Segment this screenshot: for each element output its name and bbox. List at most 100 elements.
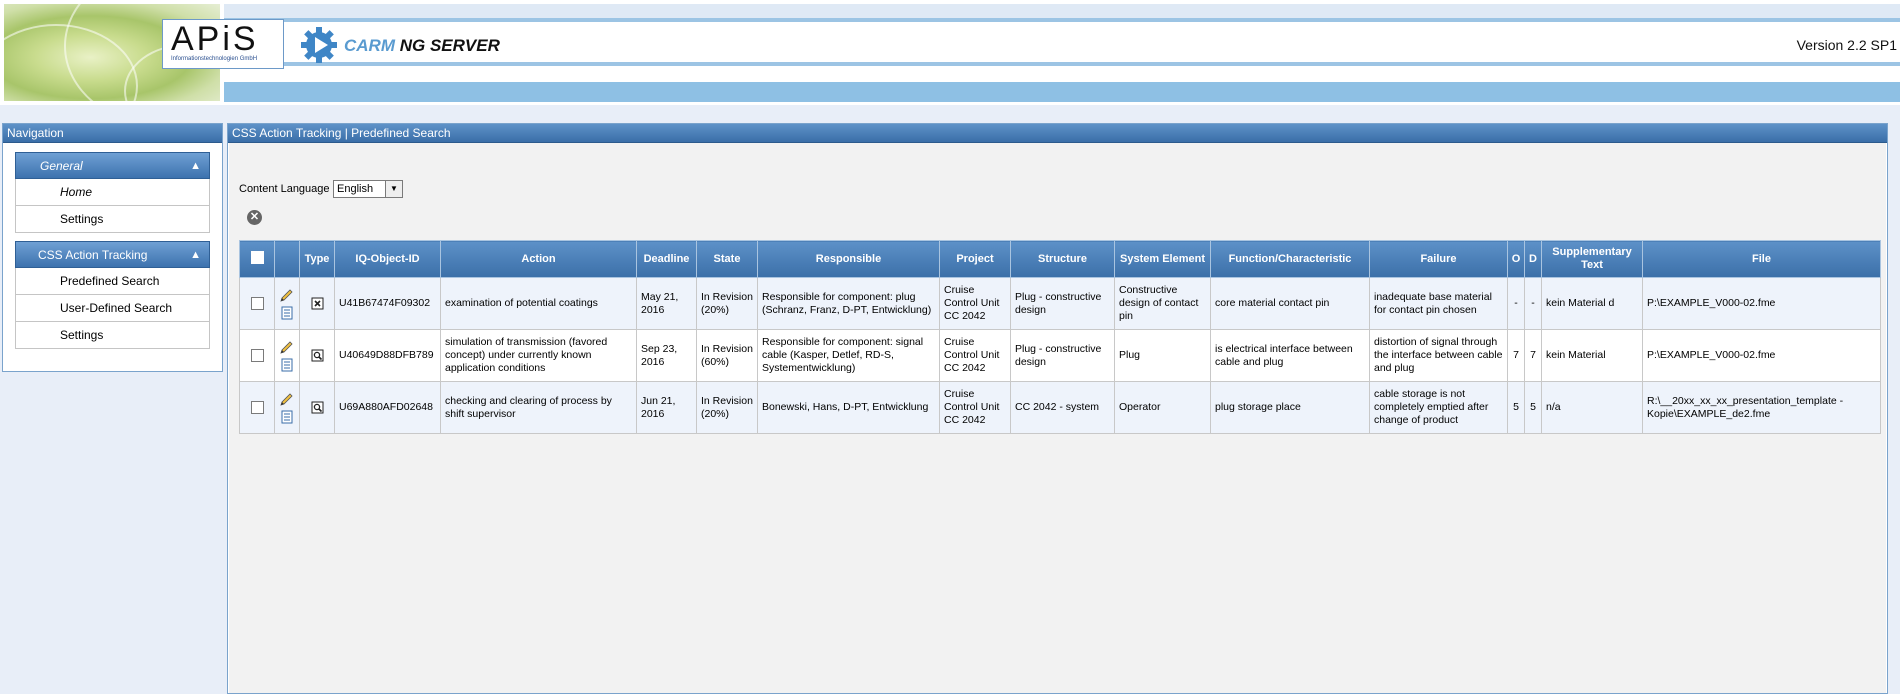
col-header-responsible[interactable]: Responsible bbox=[757, 240, 940, 278]
collapse-chevron-icon[interactable]: ▲ bbox=[190, 153, 201, 180]
cell-d: 7 bbox=[1524, 329, 1542, 382]
nav-group-general-header[interactable]: General ▲ bbox=[15, 152, 210, 179]
nav-item-predefined-search[interactable]: Predefined Search bbox=[15, 268, 210, 295]
cell-project: Cruise Control Unit CC 2042 bbox=[939, 381, 1011, 434]
col-header-deadline[interactable]: Deadline bbox=[636, 240, 697, 278]
cell-action: simulation of transmission (favored conc… bbox=[440, 329, 637, 382]
nav-item-general-settings[interactable]: Settings bbox=[15, 206, 210, 233]
cell-function: core material contact pin bbox=[1210, 277, 1370, 330]
col-header-o[interactable]: O bbox=[1507, 240, 1525, 278]
cell-supplementary: n/a bbox=[1541, 381, 1643, 434]
cell-d: 5 bbox=[1524, 381, 1542, 434]
product-title: CARM NG SERVER bbox=[344, 36, 500, 56]
row-checkbox[interactable] bbox=[250, 296, 264, 310]
product-title-carm: CARM bbox=[344, 36, 395, 55]
main-panel-title: CSS Action Tracking | Predefined Search bbox=[228, 124, 1887, 143]
nav-group-css-action-tracking: CSS Action Tracking ▲ Predefined Search … bbox=[15, 241, 210, 349]
col-header-function[interactable]: Function/Characteristic bbox=[1210, 240, 1370, 278]
product-title-server: NG SERVER bbox=[399, 36, 500, 55]
nav-group-css-label: CSS Action Tracking bbox=[38, 248, 148, 262]
nav-item-user-defined-search[interactable]: User-Defined Search bbox=[15, 295, 210, 322]
apis-logo: APiS Informationstechnologien GmbH bbox=[162, 19, 284, 69]
clear-filter-button[interactable]: ✕ bbox=[247, 210, 262, 225]
table-row[interactable]: U40649D88DFB789 simulation of transmissi… bbox=[239, 329, 1881, 382]
nav-item-css-settings[interactable]: Settings bbox=[15, 322, 210, 349]
collapse-chevron-icon[interactable]: ▲ bbox=[190, 242, 201, 269]
dropdown-arrow-icon[interactable]: ▼ bbox=[385, 181, 402, 197]
content-language-label: Content Language bbox=[239, 183, 330, 195]
cell-structure: Plug - constructive design bbox=[1010, 277, 1115, 330]
app-header: APiS Informationstechnologien GmbH CARM … bbox=[0, 0, 1900, 105]
table-row[interactable]: U69A880AFD02648 checking and clearing of… bbox=[239, 381, 1881, 434]
col-header-d[interactable]: D bbox=[1524, 240, 1542, 278]
cell-function: is electrical interface between cable an… bbox=[1210, 329, 1370, 382]
col-header-file[interactable]: File bbox=[1642, 240, 1881, 278]
cell-file: P:\EXAMPLE_V000-02.fme bbox=[1642, 329, 1881, 382]
main-panel: CSS Action Tracking | Predefined Search … bbox=[227, 123, 1888, 694]
detection-action-icon bbox=[311, 349, 323, 362]
cell-action: checking and clearing of process by shif… bbox=[440, 381, 637, 434]
carm-gear-icon bbox=[301, 27, 337, 63]
cell-responsible: Bonewski, Hans, D-PT, Entwicklung bbox=[757, 381, 940, 434]
document-icon[interactable] bbox=[281, 410, 293, 424]
col-header-supplementary[interactable]: Supplementary Text bbox=[1541, 240, 1643, 278]
nav-group-general-label: General bbox=[40, 159, 83, 173]
nav-group-css-header[interactable]: CSS Action Tracking ▲ bbox=[15, 241, 210, 268]
cell-object-id: U69A880AFD02648 bbox=[334, 381, 441, 434]
document-icon[interactable] bbox=[281, 358, 293, 372]
cell-state: In Revision (60%) bbox=[696, 329, 758, 382]
col-header-object-id[interactable]: IQ-Object-ID bbox=[334, 240, 441, 278]
cell-o: 5 bbox=[1507, 381, 1525, 434]
col-header-actions bbox=[274, 240, 300, 278]
cell-file: P:\EXAMPLE_V000-02.fme bbox=[1642, 277, 1881, 330]
col-header-action[interactable]: Action bbox=[440, 240, 637, 278]
nav-group-general: General ▲ Home Settings bbox=[15, 152, 210, 233]
content-language-value: English bbox=[337, 183, 374, 195]
cell-object-id: U40649D88DFB789 bbox=[334, 329, 441, 382]
cell-failure: distortion of signal through the interfa… bbox=[1369, 329, 1508, 382]
cell-responsible: Responsible for component: signal cable … bbox=[757, 329, 940, 382]
pencil-icon[interactable] bbox=[279, 340, 295, 355]
version-label: Version 2.2 SP1 bbox=[1796, 37, 1897, 53]
results-table: Type IQ-Object-ID Action Deadline State … bbox=[239, 240, 1881, 434]
select-all-header[interactable] bbox=[239, 240, 275, 278]
col-header-type[interactable]: Type bbox=[299, 240, 335, 278]
cell-deadline: May 21, 2016 bbox=[636, 277, 697, 330]
cell-system-element: Constructive design of contact pin bbox=[1114, 277, 1211, 330]
cell-failure: cable storage is not completely emptied … bbox=[1369, 381, 1508, 434]
detection-action-icon bbox=[311, 401, 323, 414]
cell-d: - bbox=[1524, 277, 1542, 330]
table-header-row: Type IQ-Object-ID Action Deadline State … bbox=[239, 240, 1881, 278]
cell-file: R:\__20xx_xx_xx_presentation_template - … bbox=[1642, 381, 1881, 434]
nav-item-home[interactable]: Home bbox=[15, 179, 210, 206]
cell-state: In Revision (20%) bbox=[696, 381, 758, 434]
cancelled-action-icon bbox=[311, 297, 323, 310]
table-row[interactable]: U41B67474F09302 examination of potential… bbox=[239, 277, 1881, 330]
navigation-panel: Navigation General ▲ Home Settings CSS A… bbox=[2, 123, 223, 372]
close-icon: ✕ bbox=[249, 211, 260, 223]
col-header-failure[interactable]: Failure bbox=[1369, 240, 1508, 278]
cell-function: plug storage place bbox=[1210, 381, 1370, 434]
content-language-select[interactable]: English ▼ bbox=[333, 180, 403, 198]
logo-subtitle: Informationstechnologien GmbH bbox=[171, 56, 258, 62]
row-checkbox[interactable] bbox=[250, 348, 264, 362]
col-header-structure[interactable]: Structure bbox=[1010, 240, 1115, 278]
cell-project: Cruise Control Unit CC 2042 bbox=[939, 277, 1011, 330]
select-all-checkbox[interactable] bbox=[250, 250, 264, 264]
cell-state: In Revision (20%) bbox=[696, 277, 758, 330]
cell-structure: Plug - constructive design bbox=[1010, 329, 1115, 382]
cell-project: Cruise Control Unit CC 2042 bbox=[939, 329, 1011, 382]
cell-deadline: Jun 21, 2016 bbox=[636, 381, 697, 434]
navigation-title: Navigation bbox=[3, 124, 222, 143]
cell-o: - bbox=[1507, 277, 1525, 330]
cell-failure: inadequate base material for contact pin… bbox=[1369, 277, 1508, 330]
cell-system-element: Plug bbox=[1114, 329, 1211, 382]
pencil-icon[interactable] bbox=[279, 392, 295, 407]
col-header-project[interactable]: Project bbox=[939, 240, 1011, 278]
row-checkbox[interactable] bbox=[250, 400, 264, 414]
cell-supplementary: kein Material bbox=[1541, 329, 1643, 382]
col-header-system-element[interactable]: System Element bbox=[1114, 240, 1211, 278]
pencil-icon[interactable] bbox=[279, 288, 295, 303]
document-icon[interactable] bbox=[281, 306, 293, 320]
col-header-state[interactable]: State bbox=[696, 240, 758, 278]
